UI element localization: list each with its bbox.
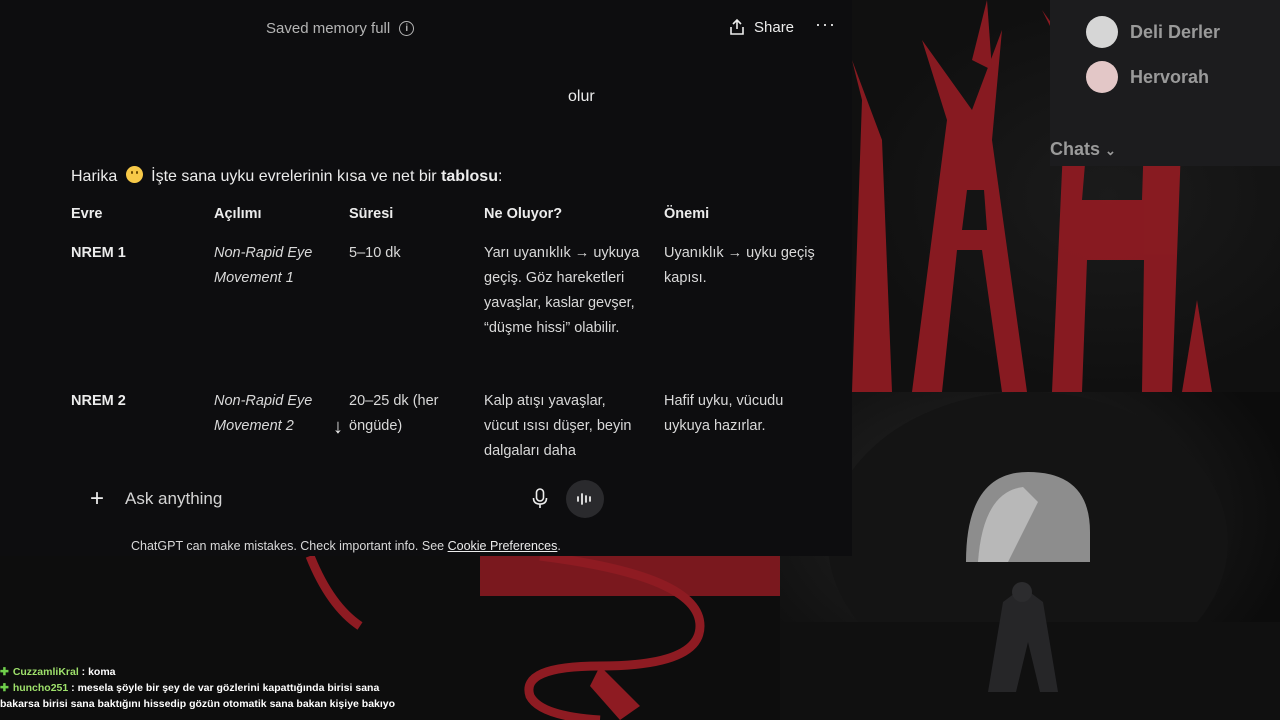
intro-suffix: :: [497, 168, 503, 185]
voice-mode-button[interactable]: [566, 480, 604, 518]
microphone-icon: [532, 488, 548, 508]
avatar: [1086, 16, 1118, 48]
chatgpt-window: Saved memory full i Share ··· olur Harik…: [0, 0, 852, 556]
disclaimer: ChatGPT can make mistakes. Check importa…: [131, 539, 561, 553]
chat-username: CuzzamliKral: [12, 666, 79, 678]
chat-message: ✚ huncho251 : mesela şöyle bir şey de var…: [0, 680, 395, 696]
chat-text: : mesela şöyle bir şey de var gözlerini …: [71, 682, 380, 694]
chevron-down-icon: ⌄: [1105, 143, 1116, 158]
user-message: olur: [568, 88, 595, 105]
scroll-down-arrow-icon[interactable]: ↓: [333, 416, 343, 439]
table-cell: Hafif uyku, vücudu uykuya hazırlar.: [664, 393, 784, 434]
table-header: Süresi: [349, 206, 394, 222]
memory-status-label: Saved memory full: [266, 20, 391, 37]
disclaimer-text: ChatGPT can make mistakes. Check importa…: [131, 539, 445, 553]
composer: [0, 478, 780, 522]
intro-bold: tablosu: [441, 168, 498, 185]
chats-section-label: Chats: [1050, 139, 1101, 159]
chat-username: huncho251: [12, 682, 69, 694]
intro-prefix: Harika: [71, 168, 118, 185]
add-attachment-button[interactable]: +: [90, 485, 104, 513]
webcam-feed: [778, 392, 1280, 720]
sidebar-item-hervorah[interactable]: Hervorah: [1086, 61, 1209, 93]
chats-section-toggle[interactable]: Chats ⌄: [1050, 139, 1116, 160]
webcam-scene-graphic: [778, 392, 1280, 720]
table-cell: 5–10 dk: [349, 245, 401, 261]
memory-status[interactable]: Saved memory full i: [266, 20, 415, 37]
subscriber-badge-icon: ✚: [0, 682, 9, 694]
assistant-intro: Harika İşte sana uyku evrelerinin kısa v…: [71, 166, 502, 186]
sidebar-item-label: Hervorah: [1130, 66, 1210, 87]
table-cell: Yarı uyanıklık → uykuya geçiş. Göz harek…: [484, 245, 640, 336]
sidebar-panel: Deli Derler Hervorah Chats ⌄: [1050, 0, 1280, 166]
table-header: Açılımı: [214, 206, 262, 222]
table-cell: NREM 2: [71, 393, 126, 409]
smile-emoji-icon: [125, 166, 143, 183]
subscriber-badge-icon: ✚: [0, 666, 9, 678]
cookie-preferences-link[interactable]: Cookie Preferences: [448, 539, 558, 553]
more-options-button[interactable]: ···: [815, 14, 836, 35]
chat-text: bakarsa birisi sana baktığını hissedip g…: [0, 698, 396, 710]
table-cell: NREM 1: [71, 245, 126, 261]
info-icon[interactable]: i: [399, 21, 415, 36]
table-cell: Kalp atışı yavaşlar, vücut ısısı düşer, …: [484, 393, 632, 459]
chat-message: bakarsa birisi sana baktığını hissedip g…: [0, 696, 395, 712]
sidebar-item-deli-derler[interactable]: Deli Derler: [1086, 16, 1220, 48]
share-button[interactable]: Share: [728, 18, 794, 36]
waveform-icon: [577, 493, 591, 505]
disclaimer-end: .: [557, 539, 561, 553]
share-icon: [730, 18, 744, 35]
prompt-input[interactable]: Ask anything: [125, 489, 222, 509]
table-cell: Uyanıklık → uyku geçiş kapısı.: [664, 245, 815, 286]
avatar: [1086, 61, 1118, 93]
chat-text: : koma: [81, 666, 116, 678]
dictate-button[interactable]: [532, 488, 548, 515]
intro-middle: İşte sana uyku evrelerinin kısa ve net b…: [151, 168, 437, 185]
table-header: Ne Oluyor?: [484, 206, 563, 222]
stream-chat-overlay: ✚ CuzzamliKral : koma ✚ huncho251 : mesela…: [0, 664, 395, 712]
chat-message: ✚ CuzzamliKral : koma: [0, 664, 395, 680]
table-header: Evre: [71, 206, 103, 222]
sidebar-item-label: Deli Derler: [1130, 21, 1221, 42]
share-label: Share: [754, 18, 795, 36]
table-cell: 20–25 dk (her öngüde): [349, 393, 439, 434]
table-cell: Non-Rapid Eye Movement 1: [214, 245, 313, 286]
table-header: Önemi: [664, 206, 710, 222]
chat-topbar: Saved memory full i Share ···: [0, 0, 852, 58]
table-cell: Non-Rapid Eye Movement 2: [214, 393, 313, 434]
